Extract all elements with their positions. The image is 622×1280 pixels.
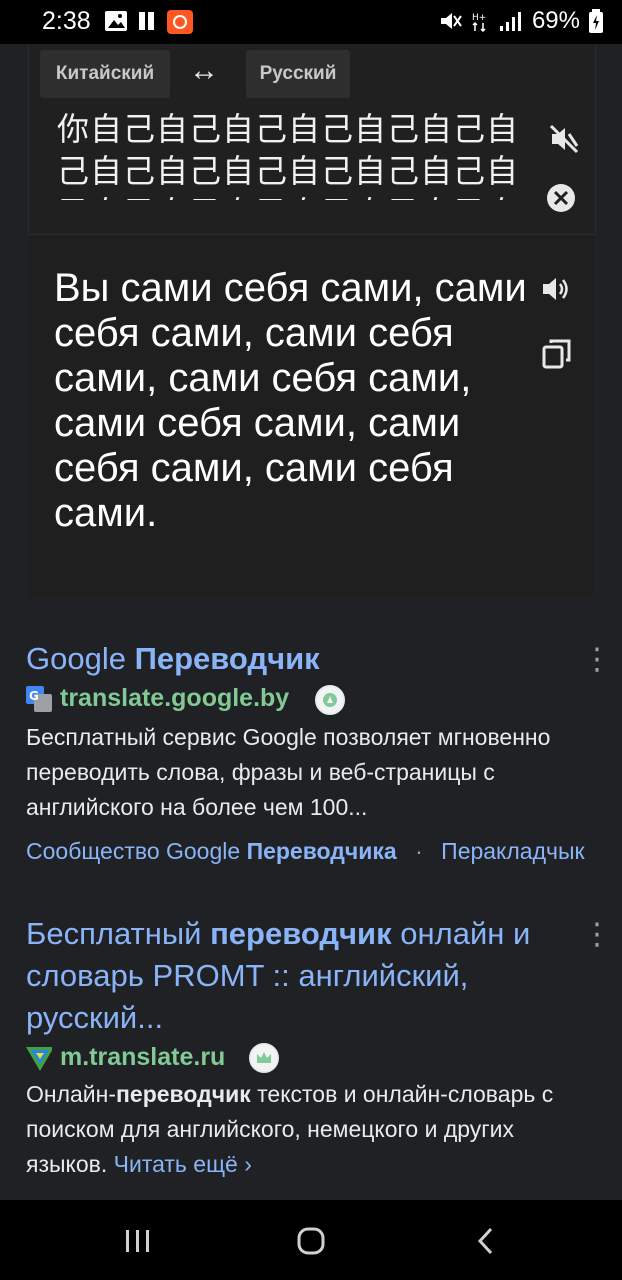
chevron-right-icon: › — [244, 1151, 252, 1177]
result-url[interactable]: m.translate.ru — [60, 1043, 225, 1072]
svg-text:G: G — [29, 689, 39, 703]
read-more-label: Читать ещё — [113, 1151, 238, 1177]
swap-languages-icon[interactable]: ↔ — [179, 56, 229, 86]
copy-icon[interactable] — [542, 338, 572, 370]
search-result-promt: Бесплатный переводчик онлайн и словарь P… — [0, 905, 622, 1195]
result-title-plain: Google — [26, 641, 135, 676]
search-result-google-translate: Google Переводчик ⋮ G translate.google.b… — [0, 600, 622, 890]
back-icon[interactable] — [474, 1226, 498, 1256]
sitelink-separator: · — [415, 838, 423, 864]
translate-card: Китайский ↔ Русский 你自己自己自己自己自己自己自己自己自己自… — [28, 44, 596, 598]
google-translate-favicon: G — [26, 686, 52, 712]
pause-icon — [139, 12, 154, 30]
translation-output: Вы сами себя сами, сами себя сами, сами … — [54, 266, 527, 535]
result-title-plain: Бесплатный — [26, 916, 211, 951]
source-text-input[interactable]: 你自己自己自己自己自己自己自己自己自己自己自己自己自己自己自己自己自己自己自己自… — [57, 108, 519, 200]
app-notification-icon — [167, 10, 193, 34]
more-options-icon[interactable]: ⋮ — [582, 917, 612, 952]
result-title-bold: переводчик — [210, 916, 392, 951]
battery-icon — [589, 9, 603, 33]
result-title-link[interactable]: Бесплатный переводчик онлайн и словарь P… — [26, 913, 571, 1039]
speaker-muted-icon[interactable] — [547, 122, 581, 156]
verified-badge-icon — [315, 685, 345, 715]
status-right: H+ 69% — [438, 7, 604, 35]
result-title-bold: Переводчик — [134, 641, 320, 676]
speaker-icon[interactable] — [540, 274, 572, 304]
promt-favicon — [26, 1047, 52, 1071]
target-language-button[interactable]: Русский — [246, 50, 350, 98]
sitelink-bold: Переводчика — [246, 838, 397, 864]
more-options-icon[interactable]: ⋮ — [582, 642, 612, 677]
sitelink-community[interactable]: Сообщество Google Переводчика — [26, 838, 397, 864]
crown-badge-icon — [249, 1043, 279, 1073]
data-h-plus-icon: H+ — [472, 13, 486, 32]
recent-apps-icon[interactable] — [124, 1228, 152, 1254]
battery-percent: 69% — [531, 7, 580, 34]
navigation-bar — [0, 1200, 622, 1280]
home-icon[interactable] — [296, 1226, 326, 1256]
desc-plain: Онлайн- — [26, 1081, 117, 1107]
status-bar: 2:38 H+ 69% — [0, 0, 622, 44]
sitelink-plain: Сообщество Google — [26, 838, 247, 864]
clear-icon[interactable] — [546, 183, 576, 213]
signal-icon — [499, 12, 521, 31]
desc-bold: переводчик — [116, 1081, 251, 1107]
result-description: Онлайн-переводчик текстов и онлайн-слова… — [26, 1077, 601, 1182]
svg-text:H+: H+ — [472, 13, 486, 23]
gallery-icon — [105, 11, 127, 31]
mute-vibrate-icon — [440, 13, 462, 29]
sitelink-perakladchyk[interactable]: Перакладчык — [441, 838, 584, 864]
result-sitelinks: Сообщество Google Переводчика · Пераклад… — [26, 838, 585, 865]
source-panel: Китайский ↔ Русский 你自己自己自己自己自己自己自己自己自己自… — [28, 44, 596, 235]
result-description: Бесплатный сервис Google позволяет мгнов… — [26, 724, 551, 820]
result-title-link[interactable]: Google Переводчик — [26, 638, 320, 680]
read-more-link[interactable]: Читать ещё › — [114, 1151, 252, 1177]
status-time: 2:38 — [42, 7, 91, 35]
source-language-button[interactable]: Китайский — [40, 50, 170, 98]
result-url[interactable]: translate.google.by — [60, 684, 289, 713]
